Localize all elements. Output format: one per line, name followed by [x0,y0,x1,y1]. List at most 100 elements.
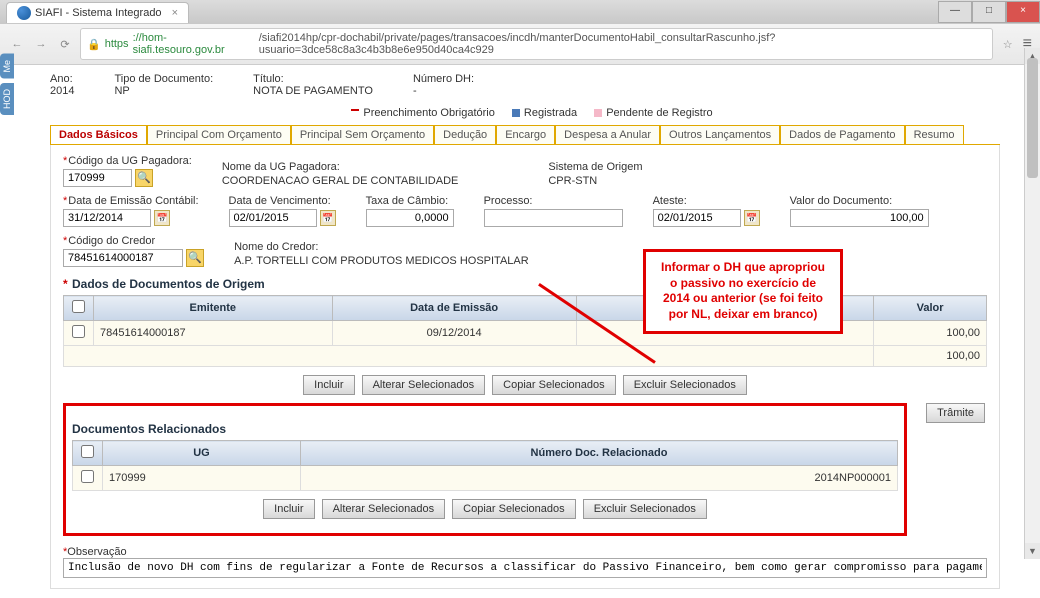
calendar-icon[interactable]: 📅 [744,210,760,226]
tipo-label: Tipo de Documento: [114,73,213,85]
numdh-label: Número DH: [413,73,474,85]
emissao-input[interactable] [63,209,151,227]
window-controls: — □ × [938,1,1040,23]
panel-dados-basicos: Código da UG Pagadora: 🔍 Nome da UG Paga… [50,145,1000,589]
maximize-button[interactable]: □ [972,1,1006,23]
cell-valor: 100,00 [874,321,987,346]
alterar-button[interactable]: Alterar Selecionados [322,499,446,519]
search-icon[interactable]: 🔍 [135,169,153,187]
ugpag-input[interactable] [63,169,132,187]
col-num-rel: Número Doc. Relacionado [300,441,897,466]
calendar-icon[interactable]: 📅 [154,210,170,226]
table-row[interactable]: 78451614000187 09/12/2014 100,00 [64,321,987,346]
taxa-label: Taxa de Câmbio: [366,195,454,207]
ugpag-label: Código da UG Pagadora: [63,155,192,167]
ano-label: Ano: [50,73,73,85]
legend-pending-icon [594,109,602,117]
tab-deducao[interactable]: Dedução [434,125,496,144]
side-tab-hod[interactable]: HOD [0,83,14,115]
venc-label: Data de Vencimento: [229,195,336,207]
reload-icon[interactable]: ⟳ [56,35,74,53]
docs-origem-title: Dados de Documentos de Origem [63,277,987,291]
ateste-label: Ateste: [653,195,760,207]
excluir-button[interactable]: Excluir Selecionados [623,375,747,395]
browser-tab[interactable]: SIAFI - Sistema Integrado × [6,2,189,23]
table-row[interactable]: 170999 2014NP000001 [73,466,898,491]
tramite-button[interactable]: Trâmite [926,403,985,423]
copiar-button[interactable]: Copiar Selecionados [452,499,576,519]
side-tab-menu[interactable]: Me [0,54,14,79]
venc-input[interactable] [229,209,317,227]
url-scheme: https [105,38,129,50]
valor-input[interactable] [790,209,929,227]
taxa-input[interactable] [366,209,454,227]
legend-required-icon [351,109,359,117]
legend: Preenchimento Obrigatório Registrada Pen… [50,107,1000,119]
back-icon[interactable]: ← [8,35,26,53]
cell-emitente: 78451614000187 [94,321,333,346]
select-all-checkbox[interactable] [72,300,85,313]
tab-principal-com-orcamento[interactable]: Principal Com Orçamento [147,125,291,144]
url-host: ://hom-siafi.tesouro.gov.br [133,32,255,56]
legend-pending: Pendente de Registro [606,107,712,119]
select-all-checkbox[interactable] [81,445,94,458]
browser-chrome: SIAFI - Sistema Integrado × — □ × ← → ⟳ … [0,0,1040,65]
titulo-value: NOTA DE PAGAMENTO [253,85,373,97]
alterar-button[interactable]: Alterar Selecionados [362,375,486,395]
scrollbar[interactable]: ▲ ▼ [1024,48,1040,559]
credor-nome-label: Nome do Credor: [234,241,529,253]
ateste-input[interactable] [653,209,741,227]
side-tabs: Me HOD [0,54,18,119]
credor-nome-value: A.P. TORTELLI COM PRODUTOS MEDICOS HOSPI… [234,255,529,267]
emissao-label: Data de Emissão Contábil: [63,195,199,207]
sist-value: CPR-STN [548,175,597,187]
cell-num-rel: 2014NP000001 [300,466,897,491]
forward-icon[interactable]: → [32,35,50,53]
total-row: 100,00 [64,346,987,367]
cell-ug: 170999 [103,466,301,491]
scroll-down-icon[interactable]: ▼ [1025,543,1040,559]
url-path: /siafi2014hp/cpr-dochabil/private/pages/… [259,32,986,56]
ugpag-nome-value: COORDENACAO GERAL DE CONTABILIDADE [222,175,459,187]
close-tab-icon[interactable]: × [172,7,178,19]
excluir-button[interactable]: Excluir Selecionados [583,499,707,519]
tab-dados-pagamento[interactable]: Dados de Pagamento [780,125,904,144]
url-input[interactable]: 🔒 https ://hom-siafi.tesouro.gov.br/siafi… [80,28,993,60]
incluir-button[interactable]: Incluir [303,375,354,395]
calendar-icon[interactable]: 📅 [320,210,336,226]
col-ug: UG [103,441,301,466]
proc-input[interactable] [484,209,623,227]
titulo-label: Título: [253,73,284,85]
bookmark-icon[interactable]: ☆ [999,35,1017,53]
ugpag-nome-label: Nome da UG Pagadora: [222,161,459,173]
ano-value: 2014 [50,85,74,97]
tab-despesa-anular[interactable]: Despesa a Anular [555,125,660,144]
favicon-icon [17,6,31,20]
tab-resumo[interactable]: Resumo [905,125,964,144]
proc-label: Processo: [484,195,623,207]
copiar-button[interactable]: Copiar Selecionados [492,375,616,395]
scroll-thumb[interactable] [1027,58,1038,178]
obs-input[interactable] [63,558,987,578]
row-checkbox[interactable] [72,325,85,338]
valor-label: Valor do Documento: [790,195,929,207]
doc-header: Ano:2014 Tipo de Documento:NP Título:NOT… [50,73,1000,97]
tab-encargo[interactable]: Encargo [496,125,555,144]
row-checkbox[interactable] [81,470,94,483]
tab-outros-lancamentos[interactable]: Outros Lançamentos [660,125,780,144]
address-bar: ← → ⟳ 🔒 https ://hom-siafi.tesouro.gov.br… [0,24,1040,64]
search-icon[interactable]: 🔍 [186,249,204,267]
col-valor: Valor [874,296,987,321]
close-window-button[interactable]: × [1006,1,1040,23]
numdh-value: - [413,85,417,97]
lock-icon: 🔒 [87,38,101,51]
cell-data: 09/12/2014 [332,321,576,346]
titlebar: SIAFI - Sistema Integrado × — □ × [0,0,1040,24]
tab-dados-basicos[interactable]: Dados Básicos [50,125,147,144]
minimize-button[interactable]: — [938,1,972,23]
incluir-button[interactable]: Incluir [263,499,314,519]
credor-input[interactable] [63,249,183,267]
tab-principal-sem-orcamento[interactable]: Principal Sem Orçamento [291,125,434,144]
legend-registered-icon [512,109,520,117]
docs-origem-table: Emitente Data de Emissão Número Doc. Ori… [63,295,987,367]
